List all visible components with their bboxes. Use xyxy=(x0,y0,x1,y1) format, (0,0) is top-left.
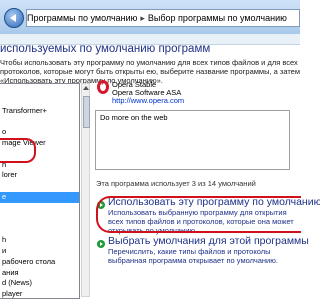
page-title: используемых по умолчанию программ xyxy=(0,43,211,55)
program-list[interactable]: Transformer+ o mage Viewer h lorer e h и… xyxy=(0,83,80,299)
list-item[interactable]: ания xyxy=(0,268,79,279)
scroll-thumb[interactable] xyxy=(83,96,90,128)
list-item[interactable]: lorer xyxy=(0,170,79,181)
list-scrollbar[interactable] xyxy=(81,83,90,297)
breadcrumb-root[interactable]: Программы по умолчанию xyxy=(27,13,137,23)
list-item[interactable] xyxy=(0,84,79,95)
list-item[interactable]: рабочего стола xyxy=(0,257,79,268)
choose-defaults-description: Перечислить, какие типы файлов и протоко… xyxy=(108,247,278,265)
list-item[interactable] xyxy=(0,181,79,192)
set-default-highlight-ring xyxy=(96,196,301,233)
list-item[interactable]: d (News) xyxy=(0,278,79,289)
scroll-up-arrow-icon[interactable] xyxy=(83,86,89,90)
program-url-link[interactable]: http://www.opera.com xyxy=(112,96,184,105)
green-arrow-icon xyxy=(97,240,105,248)
list-item[interactable] xyxy=(0,224,79,235)
list-item[interactable]: и xyxy=(0,246,79,257)
list-item[interactable]: Transformer+ xyxy=(0,106,79,117)
list-item[interactable]: h xyxy=(0,235,79,246)
list-item[interactable]: player xyxy=(0,289,79,298)
program-description: Do more on the web xyxy=(100,113,168,122)
list-item[interactable] xyxy=(0,116,79,127)
defaults-count-text: Эта программа использует 3 из 14 умолчан… xyxy=(96,179,256,188)
breadcrumb-separator: ▸ xyxy=(140,13,145,23)
breadcrumb-current[interactable]: Выбор программы по умолчанию xyxy=(148,13,287,23)
list-item[interactable] xyxy=(0,203,79,214)
list-item[interactable]: o xyxy=(0,127,79,138)
breadcrumb[interactable]: Программы по умолчанию ▸ Выбор программы п… xyxy=(26,9,300,27)
list-item[interactable] xyxy=(0,214,79,225)
selection-highlight-ring xyxy=(0,138,36,163)
back-arrow-icon[interactable] xyxy=(4,8,24,28)
list-item[interactable] xyxy=(0,95,79,106)
program-description-box: Do more on the web xyxy=(95,110,290,170)
list-item-selected[interactable]: e xyxy=(0,191,79,203)
opera-logo-icon xyxy=(97,80,109,94)
choose-defaults-link[interactable]: Выбрать умолчания для этой программы xyxy=(108,235,309,247)
